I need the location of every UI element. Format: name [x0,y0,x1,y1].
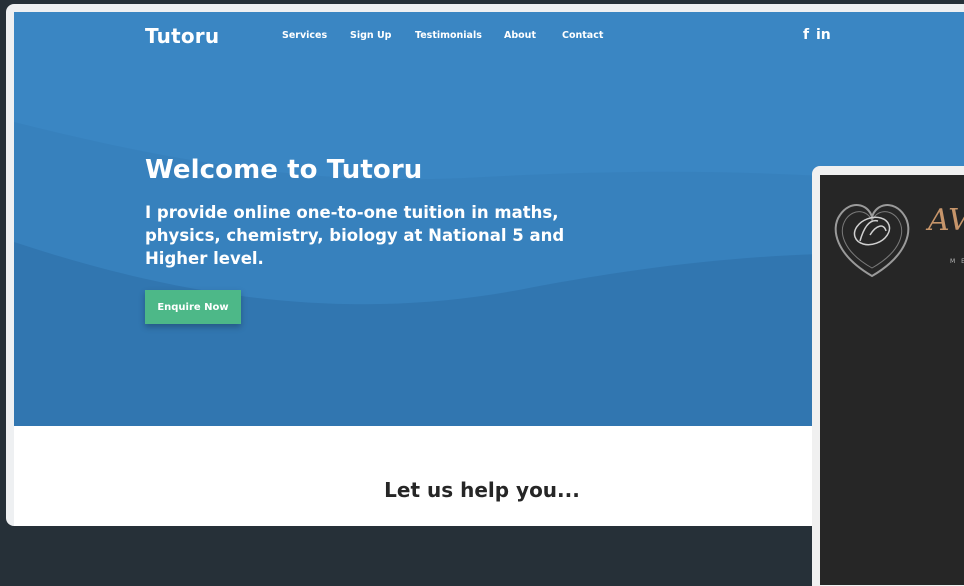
hero-subtitle: I provide online one-to-one tuition in m… [145,203,565,268]
nav-sign-up[interactable]: Sign Up [350,30,391,41]
overlapping-window: AV M E [812,166,964,586]
linkedin-icon[interactable]: in [816,27,831,43]
facebook-icon[interactable]: f [803,27,809,43]
enquire-now-button[interactable]: Enquire Now [145,290,241,324]
dark-site-preview: AV M E [820,175,964,585]
nav-about[interactable]: About [504,30,536,41]
nav-testimonials[interactable]: Testimonials [415,30,482,41]
brand-subtitle: M E [950,258,964,265]
hero-title: Welcome to Tutoru [145,155,423,185]
brand-wordmark: AV [928,203,964,238]
nav-services[interactable]: Services [282,30,327,41]
site-logo[interactable]: Tutoru [145,24,219,48]
nav-contact[interactable]: Contact [562,30,603,41]
